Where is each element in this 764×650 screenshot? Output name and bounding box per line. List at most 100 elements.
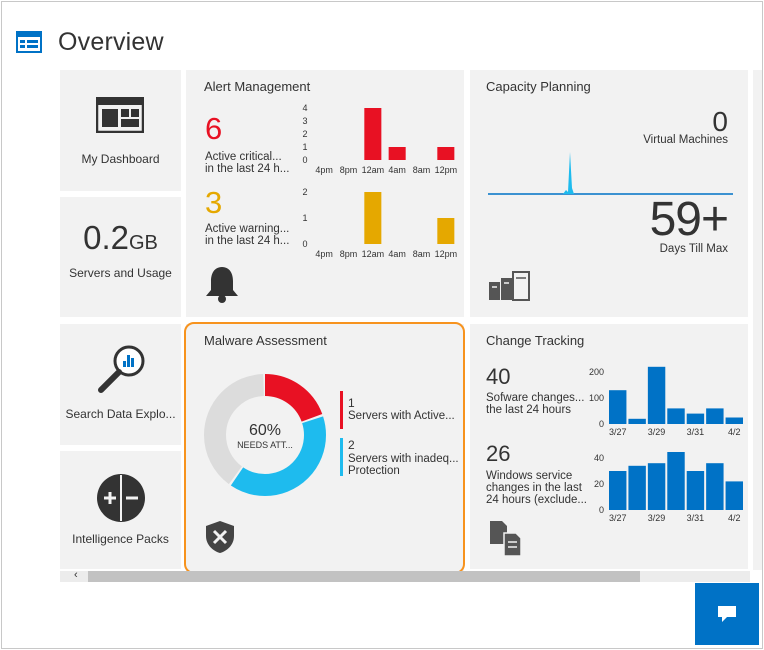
usage-unit: GB bbox=[128, 232, 158, 254]
critical-x-label: 4am bbox=[388, 165, 406, 175]
warning-tick-label: 1 bbox=[302, 213, 307, 223]
software-bar bbox=[686, 413, 705, 424]
critical-x-label: 4pm bbox=[315, 165, 333, 175]
services-tick-label: 0 bbox=[599, 505, 604, 515]
services-x-label: 3/27 bbox=[609, 513, 627, 523]
software-x-label: 3/31 bbox=[687, 427, 705, 437]
warning-bar bbox=[364, 192, 382, 244]
critical-count: 6 bbox=[205, 111, 223, 146]
software-bar bbox=[647, 366, 666, 424]
services-bar bbox=[609, 471, 627, 510]
search-data-tile[interactable]: Search Data Explo... bbox=[60, 324, 181, 445]
software-tick-label: 200 bbox=[589, 367, 604, 377]
warning-x-label: 12am bbox=[362, 249, 385, 259]
horizontal-scrollbar[interactable]: ‹ bbox=[60, 569, 750, 582]
my-dashboard-label: My Dashboard bbox=[81, 152, 160, 166]
warning-tick-label: 2 bbox=[302, 187, 307, 197]
critical-x-label: 8am bbox=[413, 165, 431, 175]
software-line2: the last 24 hours bbox=[486, 404, 572, 416]
intelligence-packs-tile[interactable]: Intelligence Packs bbox=[60, 451, 181, 569]
software-tick-label: 0 bbox=[599, 419, 604, 429]
critical-bar bbox=[388, 147, 406, 160]
software-line1: Sofware changes... bbox=[486, 392, 585, 404]
critical-tick-label: 3 bbox=[302, 116, 307, 126]
critical-tick-label: 1 bbox=[302, 142, 307, 152]
warning-tick-label: 0 bbox=[302, 239, 307, 249]
overview-icon bbox=[16, 31, 42, 53]
software-tick-label: 100 bbox=[589, 393, 604, 403]
plus-minus-icon bbox=[97, 474, 145, 522]
software-bar bbox=[706, 408, 724, 424]
warning-x-label: 8pm bbox=[340, 249, 358, 259]
critical-line2: in the last 24 h... bbox=[205, 163, 290, 175]
warning-x-label: 4pm bbox=[315, 249, 333, 259]
capacity-title: Capacity Planning bbox=[486, 79, 591, 94]
critical-alerts-chart: 4 3 2 1 0 4pm 8pm 12am 4am 8am 12pm bbox=[302, 103, 457, 175]
change-title: Change Tracking bbox=[486, 333, 585, 348]
software-x-label: 4/2 bbox=[728, 427, 741, 437]
critical-x-label: 8pm bbox=[340, 165, 358, 175]
search-chart-icon bbox=[98, 345, 145, 393]
services-changes-chart: 40 20 0 3/27 3/29 3/31 4/2 bbox=[594, 452, 743, 523]
critical-bar bbox=[437, 147, 455, 160]
critical-line1: Active critical... bbox=[205, 151, 282, 163]
warning-x-label: 4am bbox=[388, 249, 406, 259]
alert-management-tile[interactable]: Alert Management 6 Active critical... in… bbox=[186, 70, 464, 317]
critical-tick-label: 4 bbox=[302, 103, 307, 113]
warning-line1: Active warning... bbox=[205, 223, 290, 235]
software-bar bbox=[628, 418, 646, 424]
services-x-label: 3/29 bbox=[648, 513, 666, 523]
dashboard-icon bbox=[96, 97, 144, 133]
services-line2: changes in the last bbox=[486, 482, 582, 494]
services-bar bbox=[686, 471, 705, 510]
days-label: Days Till Max bbox=[659, 243, 728, 255]
scrollbar-thumb[interactable] bbox=[88, 571, 640, 582]
chat-icon bbox=[718, 606, 736, 622]
critical-tick-label: 0 bbox=[302, 155, 307, 165]
servers-icon bbox=[489, 271, 530, 301]
search-data-label: Search Data Explo... bbox=[65, 407, 176, 421]
services-x-label: 3/31 bbox=[687, 513, 705, 523]
critical-x-label: 12am bbox=[362, 165, 385, 175]
alert-title: Alert Management bbox=[204, 79, 311, 94]
software-x-label: 3/29 bbox=[648, 427, 666, 437]
usage-label: Servers and Usage bbox=[69, 266, 172, 280]
services-line1: Windows service bbox=[486, 470, 573, 482]
software-bar bbox=[725, 417, 743, 424]
scroll-left-arrow-icon[interactable]: ‹ bbox=[74, 569, 78, 581]
days-value: 59+ bbox=[649, 193, 729, 246]
services-count: 26 bbox=[486, 441, 511, 466]
usage-value: 0.2GB bbox=[60, 219, 181, 257]
services-bar bbox=[647, 463, 666, 510]
services-line3: 24 hours (exclude... bbox=[486, 494, 588, 506]
services-bar bbox=[706, 463, 724, 510]
change-tracking-tile[interactable]: Change Tracking 40 Sofware changes... th… bbox=[470, 324, 748, 569]
intelligence-packs-label: Intelligence Packs bbox=[72, 532, 169, 546]
critical-bar bbox=[364, 108, 382, 160]
next-tiles-edge bbox=[753, 70, 762, 570]
chat-button[interactable] bbox=[695, 583, 759, 645]
software-count: 40 bbox=[486, 364, 511, 389]
services-bar bbox=[628, 465, 646, 510]
malware-highlight-border bbox=[184, 322, 465, 574]
warning-alerts-chart: 2 1 0 4pm 8pm 12am 4am 8am 12pm bbox=[302, 187, 457, 259]
software-bar bbox=[609, 390, 627, 424]
page-title: Overview bbox=[58, 27, 164, 56]
capacity-planning-tile[interactable]: Capacity Planning 0 Virtual Machines 59+… bbox=[470, 70, 748, 317]
services-bar bbox=[725, 481, 743, 510]
software-x-label: 3/27 bbox=[609, 427, 627, 437]
warning-line2: in the last 24 h... bbox=[205, 235, 290, 247]
warning-x-label: 8am bbox=[413, 249, 431, 259]
services-tick-label: 20 bbox=[594, 479, 604, 489]
page-header: Overview bbox=[16, 26, 164, 58]
warning-count: 3 bbox=[205, 185, 223, 220]
change-files-icon bbox=[490, 521, 522, 557]
usage-number: 0.2 bbox=[83, 219, 129, 256]
capacity-trend-chart bbox=[488, 152, 733, 195]
servers-usage-tile[interactable]: 0.2GB Servers and Usage bbox=[60, 197, 181, 317]
services-x-label: 4/2 bbox=[728, 513, 741, 523]
services-bar bbox=[667, 452, 685, 510]
bell-icon bbox=[206, 267, 238, 303]
my-dashboard-tile[interactable]: My Dashboard bbox=[60, 70, 181, 191]
warning-bar bbox=[437, 218, 455, 244]
